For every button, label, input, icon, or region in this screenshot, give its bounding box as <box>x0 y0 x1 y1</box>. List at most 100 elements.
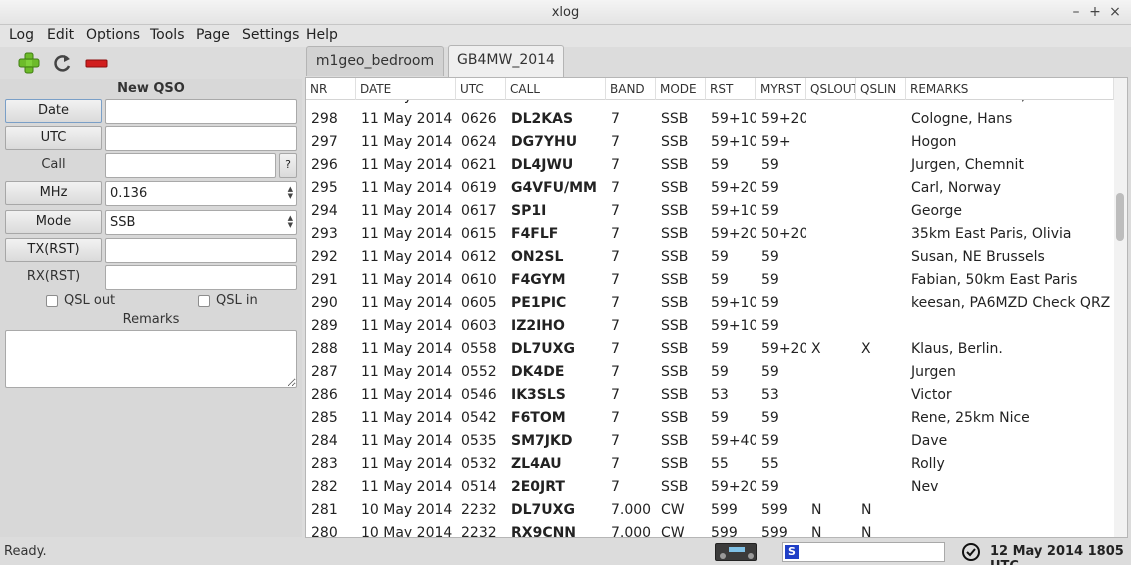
tx-rst-field[interactable] <box>105 238 297 263</box>
cell-nr: 291 <box>311 272 338 288</box>
column-header-myrst[interactable]: MYRST <box>756 78 806 100</box>
call-label: Call <box>41 157 66 172</box>
rx-rst-field[interactable] <box>105 265 297 290</box>
minimize-button[interactable]: – <box>1068 4 1084 20</box>
s-meter-field[interactable]: S <box>782 542 945 562</box>
chevron-up-down-icon: ▲ ▼ <box>287 214 293 229</box>
table-row[interactable]: 280 10 May 2014 2232 RX9CNN 7.000 CW 599 599 N N <box>306 522 1114 538</box>
remarks-field[interactable] <box>5 330 297 388</box>
qsl-in-checkbox[interactable] <box>198 295 210 307</box>
cell-nr: 289 <box>311 318 338 334</box>
column-header-date[interactable]: DATE <box>356 78 456 100</box>
vertical-scrollbar[interactable] <box>1114 78 1127 537</box>
cell-mode: SSB <box>661 134 689 150</box>
cell-date: 11 May 2014 <box>361 226 453 242</box>
qsl-in-label: QSL in <box>216 293 258 308</box>
refresh-button[interactable] <box>50 51 76 75</box>
table-row[interactable]: 283 11 May 2014 0532 ZL4AU 7 SSB 55 55 Rolly <box>306 453 1114 476</box>
table-row[interactable]: 292 11 May 2014 0612 ON2SL 7 SSB 59 59 Susan, NE… <box>306 246 1114 269</box>
cell-mode: SSB <box>661 318 689 334</box>
table-row[interactable]: 281 10 May 2014 2232 DL7UXG 7.000 CW 599 599 N N <box>306 499 1114 522</box>
column-header-utc[interactable]: UTC <box>456 78 506 100</box>
utc-field[interactable] <box>105 126 297 151</box>
cell-qslin <box>856 407 906 430</box>
table-row[interactable]: 285 11 May 2014 0542 F6TOM 7 SSB 59 59 Rene, 25k… <box>306 407 1114 430</box>
mode-select[interactable]: SSB ▲ ▼ <box>105 210 297 235</box>
column-header-qslin[interactable]: QSLIN <box>856 78 906 100</box>
cell-date: 11 May 2014 <box>361 318 453 334</box>
table-row[interactable]: 298 11 May 2014 0626 DL2KAS 7 SSB 59+10 59+20 Co… <box>306 108 1114 131</box>
cell-myrst: 59 <box>761 364 779 380</box>
cell-myrst: 59 <box>761 203 779 219</box>
cell-band: 7 <box>611 272 620 288</box>
cell-qslin <box>856 292 906 315</box>
tab-m1geo-bedroom[interactable]: m1geo_bedroom <box>306 46 444 76</box>
cell-utc: 0558 <box>461 341 497 357</box>
cell-mode: CW <box>661 525 685 538</box>
cell-date: 11 May 2014 <box>361 111 453 127</box>
tx-rst-button[interactable]: TX(RST) <box>5 238 102 262</box>
call-lookup-button[interactable]: ? <box>279 153 297 178</box>
column-header-call[interactable]: CALL <box>506 78 606 100</box>
toolbar <box>0 47 302 79</box>
mhz-button[interactable]: MHz <box>5 181 102 205</box>
table-row[interactable]: 295 11 May 2014 0619 G4VFU/MM 7 SSB 59+20 59 Car… <box>306 177 1114 200</box>
cell-qslin <box>856 100 906 108</box>
table-row[interactable]: 282 11 May 2014 0514 2E0JRT 7 SSB 59+20 59 Nev <box>306 476 1114 499</box>
column-header-remarks[interactable]: REMARKS <box>906 78 1114 100</box>
table-row[interactable]: 291 11 May 2014 0610 F4GYM 7 SSB 59 59 Fabian, 5… <box>306 269 1114 292</box>
tab-gb4mw-2014[interactable]: GB4MW_2014 <box>448 45 564 77</box>
cell-call: SP1I <box>511 203 547 219</box>
log-table-body[interactable]: 29911 May 20140635DL2TAS7SSB5959Manfred.… <box>306 100 1114 538</box>
cell-nr: 293 <box>311 226 338 242</box>
maximize-button[interactable]: + <box>1087 4 1103 20</box>
menu-page[interactable]: Page <box>196 27 230 43</box>
menu-tools[interactable]: Tools <box>150 27 185 43</box>
utc-button[interactable]: UTC <box>5 126 102 150</box>
table-row[interactable]: 286 11 May 2014 0546 IK3SLS 7 SSB 53 53 Victor <box>306 384 1114 407</box>
qsl-out-checkbox[interactable] <box>46 295 58 307</box>
cell-call: DL7UXG <box>511 341 575 357</box>
menu-edit[interactable]: Edit <box>47 27 74 43</box>
table-row[interactable]: 284 11 May 2014 0535 SM7JKD 7 SSB 59+40 59 Dave <box>306 430 1114 453</box>
column-header-mode[interactable]: MODE <box>656 78 706 100</box>
date-field[interactable] <box>105 99 297 124</box>
table-row[interactable]: 288 11 May 2014 0558 DL7UXG 7 SSB 59 59+20 X X Kla… <box>306 338 1114 361</box>
cell-utc: 0514 <box>461 479 497 495</box>
column-header-nr[interactable]: NR <box>306 78 356 100</box>
table-row[interactable]: 289 11 May 2014 0603 IZ2IHO 7 SSB 59+10 59 <box>306 315 1114 338</box>
call-field[interactable] <box>105 153 276 178</box>
mhz-select[interactable]: 0.136 ▲ ▼ <box>105 181 297 206</box>
cell-rst: 59+10 <box>711 111 756 127</box>
cell-qslout <box>806 384 856 407</box>
table-row[interactable]: 287 11 May 2014 0552 DK4DE 7 SSB 59 59 Jurgen <box>306 361 1114 384</box>
menu-options[interactable]: Options <box>86 27 140 43</box>
table-row[interactable]: 29911 May 20140635DL2TAS7SSB5959Manfred.… <box>306 100 1114 108</box>
column-header-band[interactable]: BAND <box>606 78 656 100</box>
close-button[interactable]: × <box>1107 4 1123 20</box>
cell-qslin: N <box>861 502 872 518</box>
menu-log[interactable]: Log <box>9 27 34 43</box>
date-button[interactable]: Date <box>5 99 102 123</box>
table-row[interactable]: 297 11 May 2014 0624 DG7YHU 7 SSB 59+10 59+ Hogo… <box>306 131 1114 154</box>
scrollbar-thumb[interactable] <box>1116 193 1124 241</box>
cell-qslout <box>806 100 856 108</box>
cell-qslout <box>806 430 856 453</box>
table-row[interactable]: 296 11 May 2014 0621 DL4JWU 7 SSB 59 59 Jurgen, … <box>306 154 1114 177</box>
cell-qslin <box>856 476 906 499</box>
table-row[interactable]: 294 11 May 2014 0617 SP1I 7 SSB 59+10 59 George <box>306 200 1114 223</box>
add-qso-button[interactable] <box>16 51 42 75</box>
cell-band: 7 <box>611 433 620 449</box>
column-header-qslout[interactable]: QSLOUT <box>806 78 856 100</box>
column-header-rst[interactable]: RST <box>706 78 756 100</box>
mode-button[interactable]: Mode <box>5 210 102 234</box>
cell-nr: 298 <box>311 111 338 127</box>
table-row[interactable]: 290 11 May 2014 0605 PE1PIC 7 SSB 59+10 59 keesa… <box>306 292 1114 315</box>
table-row[interactable]: 293 11 May 2014 0615 F4FLF 7 SSB 59+20 50+20 35k… <box>306 223 1114 246</box>
delete-qso-button[interactable] <box>84 51 110 75</box>
menu-help[interactable]: Help <box>306 27 338 43</box>
menu-settings[interactable]: Settings <box>242 27 299 43</box>
cell-rst: 59+10 <box>711 134 756 150</box>
cell-remarks: Nev <box>911 479 939 495</box>
cell-date: 11 May 2014 <box>361 180 453 196</box>
